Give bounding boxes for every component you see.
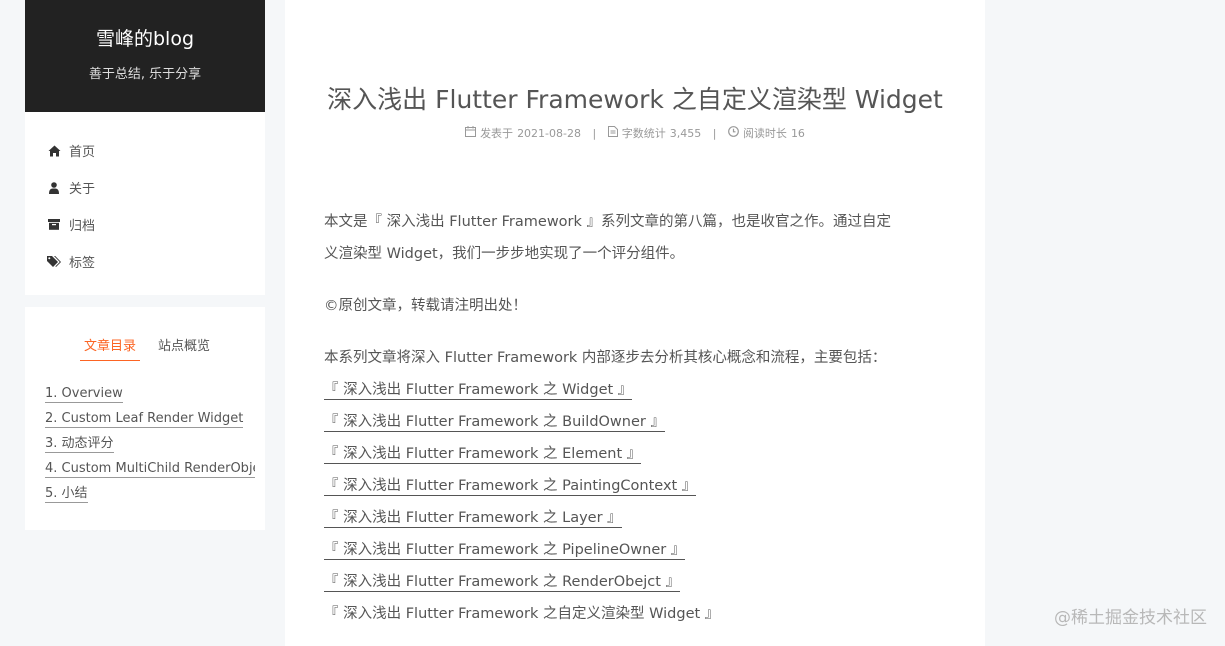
series-current-article: 『 深入浅出 Flutter Framework 之自定义渲染型 Widget … bbox=[324, 598, 949, 630]
meta-divider: | bbox=[712, 127, 717, 140]
toc-link-overview[interactable]: 1. Overview bbox=[45, 381, 255, 406]
posted-label: 发表于 bbox=[480, 126, 514, 140]
series-link-text: 『 深入浅出 Flutter Framework 之 Element 』 bbox=[324, 446, 642, 464]
menu-item-home[interactable]: 首页 bbox=[25, 132, 265, 169]
series-link-paintingcontext[interactable]: 『 深入浅出 Flutter Framework 之 PaintingConte… bbox=[324, 470, 949, 502]
toc-link-text: 4. Custom MultiChild RenderObject bbox=[45, 461, 255, 478]
post-wordcount: 字数统计 3,455 bbox=[607, 126, 702, 141]
reading-label: 阅读时长 bbox=[742, 126, 787, 140]
tags-icon bbox=[47, 255, 61, 269]
series-intro: 本系列文章将深入 Flutter Framework 内部逐步去分析其核心概念和… bbox=[324, 350, 887, 366]
menu-item-tags[interactable]: 标签 bbox=[25, 243, 265, 280]
clock-icon bbox=[728, 126, 739, 141]
intro-paragraph-line: 义渲染型 Widget，我们一步步地实现了一个评分组件。 bbox=[324, 246, 685, 262]
menu-item-about[interactable]: 关于 bbox=[25, 169, 265, 206]
menu-item-label: 首页 bbox=[69, 145, 96, 160]
toc-link-custom-multichild[interactable]: 4. Custom MultiChild RenderObject bbox=[45, 456, 255, 481]
menu-item-label: 关于 bbox=[69, 182, 96, 197]
post-reading-time: 阅读时长 16 bbox=[728, 126, 805, 141]
series-link-text: 『 深入浅出 Flutter Framework 之 PaintingConte… bbox=[324, 478, 697, 496]
site-subtitle: 善于总结, 乐于分享 bbox=[88, 67, 202, 82]
series-link-layer[interactable]: 『 深入浅出 Flutter Framework 之 Layer 』 bbox=[324, 502, 949, 534]
toc-link-text: 5. 小结 bbox=[45, 486, 88, 503]
series-link-text: 『 深入浅出 Flutter Framework 之 PipelineOwner… bbox=[324, 542, 686, 560]
file-word-icon bbox=[607, 126, 618, 141]
post-container: 深入浅出 Flutter Framework 之自定义渲染型 Widget 发表… bbox=[285, 0, 985, 646]
tab-overview[interactable]: 站点概览 bbox=[158, 335, 210, 361]
menu-item-label: 标签 bbox=[69, 256, 96, 271]
reading-value: 16 bbox=[790, 126, 805, 140]
toc-panel: 文章目录 站点概览 1. Overview 2. Custom Leaf Ren… bbox=[25, 307, 265, 530]
intro-paragraph-line: 本文是『 深入浅出 Flutter Framework 』系列文章的第八篇，也是… bbox=[324, 214, 892, 230]
series-link-widget[interactable]: 『 深入浅出 Flutter Framework 之 Widget 』 bbox=[324, 374, 949, 406]
archive-icon bbox=[47, 218, 61, 232]
wordcount-value: 3,455 bbox=[669, 126, 702, 140]
menu-item-label: 归档 bbox=[69, 219, 96, 234]
toc-link-text: 1. Overview bbox=[45, 386, 123, 403]
wordcount-label: 字数统计 bbox=[621, 126, 666, 140]
series-link-text: 『 深入浅出 Flutter Framework 之 Widget 』 bbox=[324, 382, 633, 400]
sidebar: 雪峰的blog 善于总结, 乐于分享 首页 关于 归档 标签 文章目录 站点概览… bbox=[25, 0, 265, 530]
toc-link-text: 2. Custom Leaf Render Widget bbox=[45, 411, 244, 428]
meta-divider: | bbox=[592, 127, 597, 140]
post-date: 发表于 2021-08-28 bbox=[465, 126, 581, 141]
series-link-renderobject[interactable]: 『 深入浅出 Flutter Framework 之 RenderObejct … bbox=[324, 566, 949, 598]
main-menu: 首页 关于 归档 标签 bbox=[25, 112, 265, 295]
home-icon bbox=[47, 144, 61, 158]
series-link-text: 『 深入浅出 Flutter Framework 之 RenderObejct … bbox=[324, 574, 681, 592]
menu-item-archive[interactable]: 归档 bbox=[25, 206, 265, 243]
series-link-element[interactable]: 『 深入浅出 Flutter Framework 之 Element 』 bbox=[324, 438, 949, 470]
toc-link-text: 3. 动态评分 bbox=[45, 436, 114, 453]
watermark: @稀土掘金技术社区 bbox=[1054, 608, 1207, 628]
post-title: 深入浅出 Flutter Framework 之自定义渲染型 Widget bbox=[327, 85, 943, 114]
post-body: 本文是『 深入浅出 Flutter Framework 』系列文章的第八篇，也是… bbox=[324, 206, 949, 630]
toc-link-summary[interactable]: 5. 小结 bbox=[45, 481, 255, 506]
copyright-notice: ©原创文章，转载请注明出处！ bbox=[324, 298, 527, 314]
series-link-text: 『 深入浅出 Flutter Framework 之 Layer 』 bbox=[324, 510, 622, 528]
tab-toc[interactable]: 文章目录 bbox=[79, 335, 140, 361]
toc-link-dynamic-rating[interactable]: 3. 动态评分 bbox=[45, 431, 255, 456]
site-title-link[interactable]: 雪峰的blog bbox=[25, 0, 265, 51]
series-link-text: 『 深入浅出 Flutter Framework 之自定义渲染型 Widget … bbox=[324, 606, 720, 622]
toc-list: 1. Overview 2. Custom Leaf Render Widget… bbox=[25, 381, 265, 506]
calendar-icon bbox=[465, 126, 477, 141]
site-brand: 雪峰的blog 善于总结, 乐于分享 bbox=[25, 0, 265, 112]
toc-link-custom-leaf[interactable]: 2. Custom Leaf Render Widget bbox=[45, 406, 255, 431]
user-icon bbox=[47, 181, 61, 195]
series-link-buildowner[interactable]: 『 深入浅出 Flutter Framework 之 BuildOwner 』 bbox=[324, 406, 949, 438]
series-link-text: 『 深入浅出 Flutter Framework 之 BuildOwner 』 bbox=[324, 414, 665, 432]
posted-date: 2021-08-28 bbox=[517, 126, 581, 140]
series-link-pipelineowner[interactable]: 『 深入浅出 Flutter Framework 之 PipelineOwner… bbox=[324, 534, 949, 566]
sidebar-tabs: 文章目录 站点概览 bbox=[25, 335, 265, 361]
post-meta: 发表于 2021-08-28 | 字数统计 3,455 | 阅读时长 16 bbox=[285, 126, 985, 141]
